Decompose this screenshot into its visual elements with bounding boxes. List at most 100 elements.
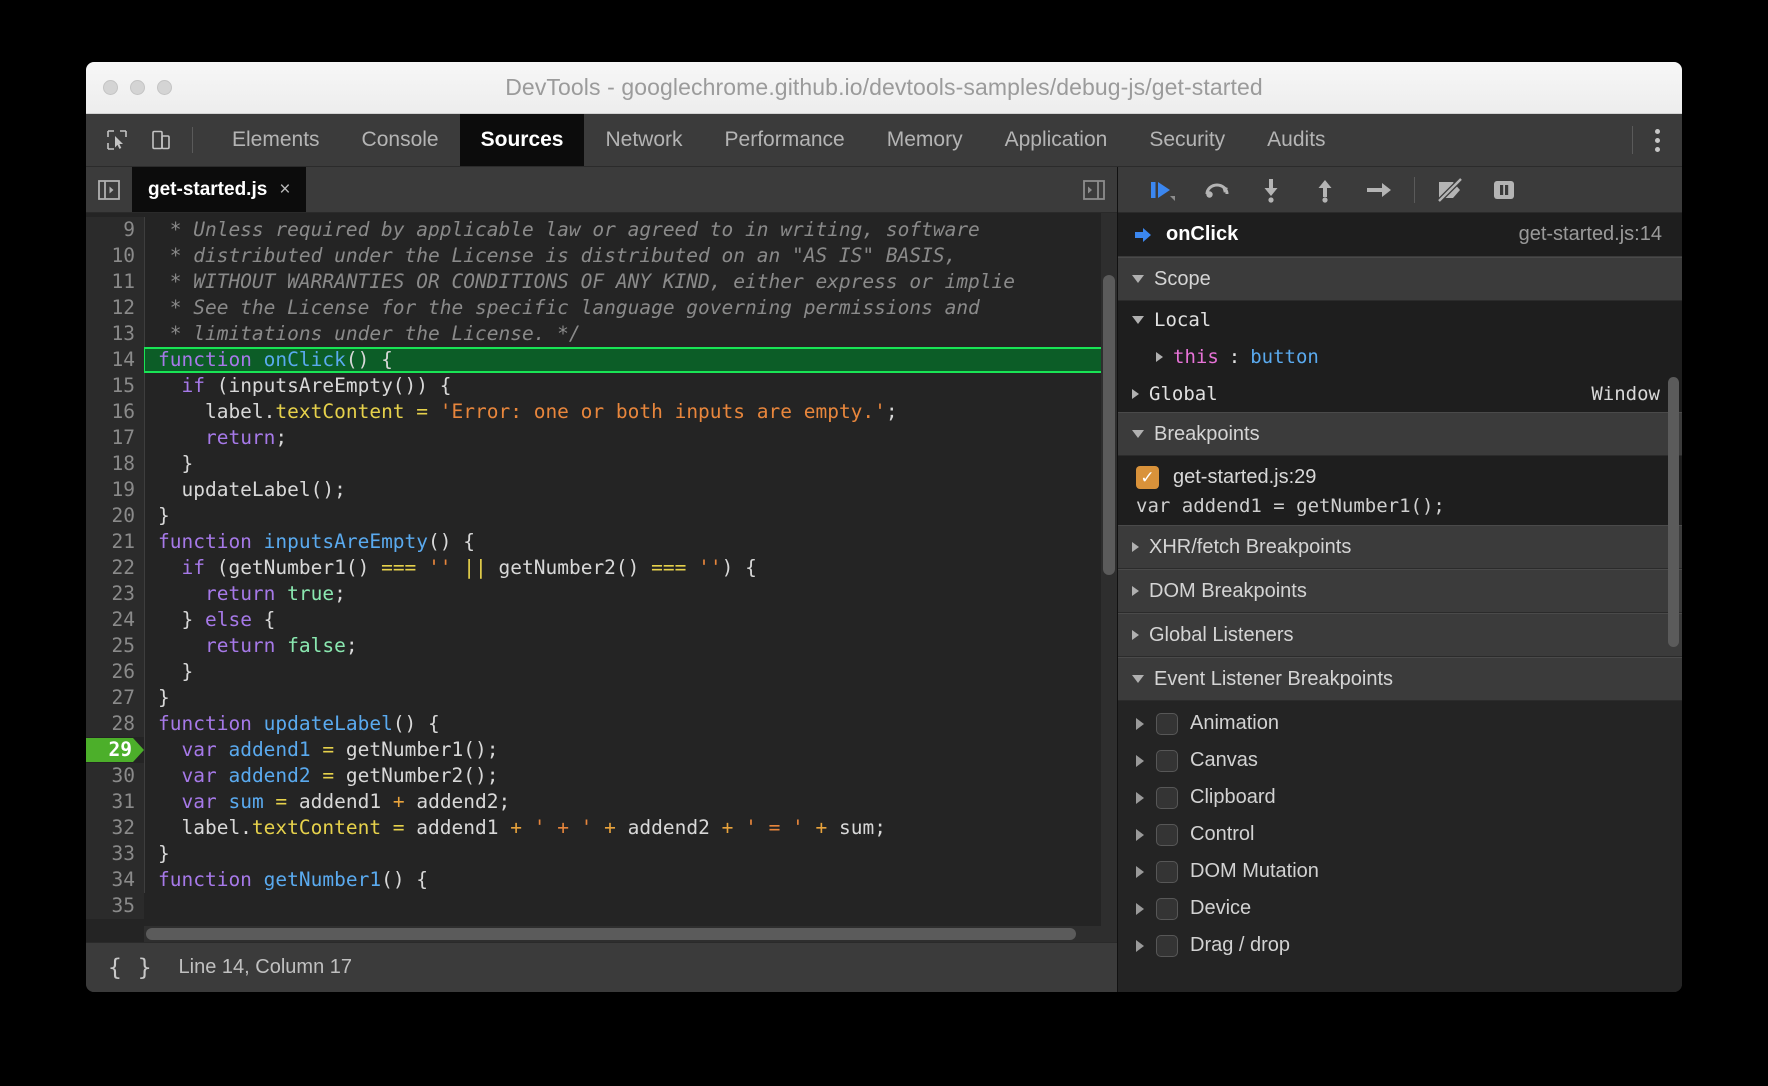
code-line[interactable]: 24 } else { (86, 607, 1117, 633)
code-line[interactable]: 12 * See the License for the specific la… (86, 295, 1117, 321)
section-scope-header[interactable]: Scope (1118, 257, 1682, 301)
event-listener-checkbox[interactable] (1156, 861, 1178, 883)
step-button[interactable] (1352, 167, 1406, 213)
code-line[interactable]: 18 } (86, 451, 1117, 477)
scope-entry-this[interactable]: this: button (1118, 338, 1682, 375)
code-line[interactable]: 15 if (inputsAreEmpty()) { (86, 373, 1117, 399)
tab-security[interactable]: Security (1128, 114, 1246, 166)
section-event-listener-breakpoints-header[interactable]: Event Listener Breakpoints (1118, 657, 1682, 701)
maximize-window-button[interactable] (157, 80, 172, 95)
code-line[interactable]: 33} (86, 841, 1117, 867)
section-xhr-fetch-breakpoints-header[interactable]: XHR/fetch Breakpoints (1118, 525, 1682, 569)
line-number[interactable]: 10 (86, 243, 144, 269)
line-number[interactable]: 19 (86, 477, 144, 503)
code-line[interactable]: 27} (86, 685, 1117, 711)
resume-script-execution-button[interactable] (1136, 167, 1190, 213)
tab-audits[interactable]: Audits (1246, 114, 1346, 166)
step-over-next-function-call-button[interactable] (1190, 167, 1244, 213)
line-number[interactable]: 33 (86, 841, 144, 867)
code-line[interactable]: 21function inputsAreEmpty() { (86, 529, 1117, 555)
section-breakpoints-header[interactable]: Breakpoints (1118, 412, 1682, 456)
line-number[interactable]: 12 (86, 295, 144, 321)
line-number[interactable]: 28 (86, 711, 144, 737)
debugger-sidebar-scrollbar[interactable] (1668, 377, 1679, 647)
code-line[interactable]: 30 var addend2 = getNumber2(); (86, 763, 1117, 789)
event-listener-breakpoint-row[interactable]: Canvas (1118, 742, 1682, 779)
line-number[interactable]: 32 (86, 815, 144, 841)
line-number[interactable]: 21 (86, 529, 144, 555)
code-line[interactable]: 17 return; (86, 425, 1117, 451)
editor-horizontal-scrollbar[interactable] (146, 928, 1076, 940)
scope-global-row[interactable]: Global Window (1118, 375, 1682, 412)
event-listener-breakpoint-row[interactable]: DOM Mutation (1118, 853, 1682, 890)
tab-memory[interactable]: Memory (866, 114, 984, 166)
line-number[interactable]: 11 (86, 269, 144, 295)
code-line[interactable]: 35 (86, 893, 1117, 919)
breakpoint-marker[interactable]: 29 (86, 738, 144, 762)
editor-vertical-scrollbar[interactable] (1103, 275, 1115, 575)
code-line[interactable]: 11 * WITHOUT WARRANTIES OR CONDITIONS OF… (86, 269, 1117, 295)
line-number[interactable]: 31 (86, 789, 144, 815)
code-line[interactable]: 26 } (86, 659, 1117, 685)
code-line[interactable]: 25 return false; (86, 633, 1117, 659)
step-into-next-function-call-button[interactable] (1244, 167, 1298, 213)
scope-local-row[interactable]: Local (1118, 301, 1682, 338)
kebab-menu-icon[interactable] (1649, 121, 1666, 160)
line-number[interactable]: 22 (86, 555, 144, 581)
line-number[interactable]: 25 (86, 633, 144, 659)
tab-console[interactable]: Console (341, 114, 460, 166)
line-number[interactable]: 17 (86, 425, 144, 451)
event-listener-checkbox[interactable] (1156, 824, 1178, 846)
code-line[interactable]: 14function onClick() { (86, 347, 1117, 373)
breakpoint-checkbox[interactable]: ✓ (1136, 466, 1159, 489)
step-out-of-current-function-button[interactable] (1298, 167, 1352, 213)
line-number[interactable]: 13 (86, 321, 144, 347)
line-number[interactable]: 26 (86, 659, 144, 685)
code-line[interactable]: 29 var addend1 = getNumber1(); (86, 737, 1117, 763)
code-line[interactable]: 31 var sum = addend1 + addend2; (86, 789, 1117, 815)
line-number[interactable]: 35 (86, 893, 144, 919)
line-number[interactable]: 30 (86, 763, 144, 789)
line-number[interactable]: 15 (86, 373, 144, 399)
inspect-cursor-icon[interactable] (100, 123, 134, 157)
event-listener-breakpoint-row[interactable]: Clipboard (1118, 779, 1682, 816)
code-line[interactable]: 28function updateLabel() { (86, 711, 1117, 737)
device-toolbar-icon[interactable] (144, 123, 178, 157)
section-dom-breakpoints-header[interactable]: DOM Breakpoints (1118, 569, 1682, 613)
code-line[interactable]: 20} (86, 503, 1117, 529)
file-tab-get-started-js[interactable]: get-started.js × (132, 167, 306, 212)
line-number[interactable]: 23 (86, 581, 144, 607)
minimize-window-button[interactable] (130, 80, 145, 95)
code-line[interactable]: 22 if (getNumber1() === '' || getNumber2… (86, 555, 1117, 581)
line-number[interactable]: 27 (86, 685, 144, 711)
section-global-listeners-header[interactable]: Global Listeners (1118, 613, 1682, 657)
window-traffic-lights[interactable] (86, 80, 172, 95)
line-number[interactable]: 16 (86, 399, 144, 425)
event-listener-checkbox[interactable] (1156, 898, 1178, 920)
event-listener-breakpoint-row[interactable]: Animation (1118, 705, 1682, 742)
code-line[interactable]: 13 * limitations under the License. */ (86, 321, 1117, 347)
code-editor[interactable]: 9 * Unless required by applicable law or… (86, 213, 1117, 942)
event-listener-breakpoint-row[interactable]: Control (1118, 816, 1682, 853)
event-listener-checkbox[interactable] (1156, 713, 1178, 735)
code-line[interactable]: 9 * Unless required by applicable law or… (86, 217, 1117, 243)
show-debugger-sidebar-icon[interactable] (1071, 167, 1117, 212)
code-line[interactable]: 19 updateLabel(); (86, 477, 1117, 503)
code-line[interactable]: 32 label.textContent = addend1 + ' + ' +… (86, 815, 1117, 841)
tab-elements[interactable]: Elements (211, 114, 341, 166)
tab-performance[interactable]: Performance (704, 114, 866, 166)
code-line[interactable]: 10 * distributed under the License is di… (86, 243, 1117, 269)
tab-network[interactable]: Network (584, 114, 703, 166)
line-number[interactable]: 18 (86, 451, 144, 477)
event-listener-checkbox[interactable] (1156, 750, 1178, 772)
line-number[interactable]: 20 (86, 503, 144, 529)
line-number[interactable]: 9 (86, 217, 144, 243)
code-line[interactable]: 34function getNumber1() { (86, 867, 1117, 893)
tab-sources[interactable]: Sources (460, 114, 585, 166)
call-stack-frame-onclick[interactable]: onClick get-started.js:14 (1118, 213, 1682, 257)
event-listener-breakpoint-row[interactable]: Device (1118, 890, 1682, 927)
show-navigator-icon[interactable] (86, 167, 132, 212)
close-icon[interactable]: × (279, 179, 290, 201)
pretty-print-icon[interactable]: { } (108, 955, 153, 981)
code-line[interactable]: 23 return true; (86, 581, 1117, 607)
